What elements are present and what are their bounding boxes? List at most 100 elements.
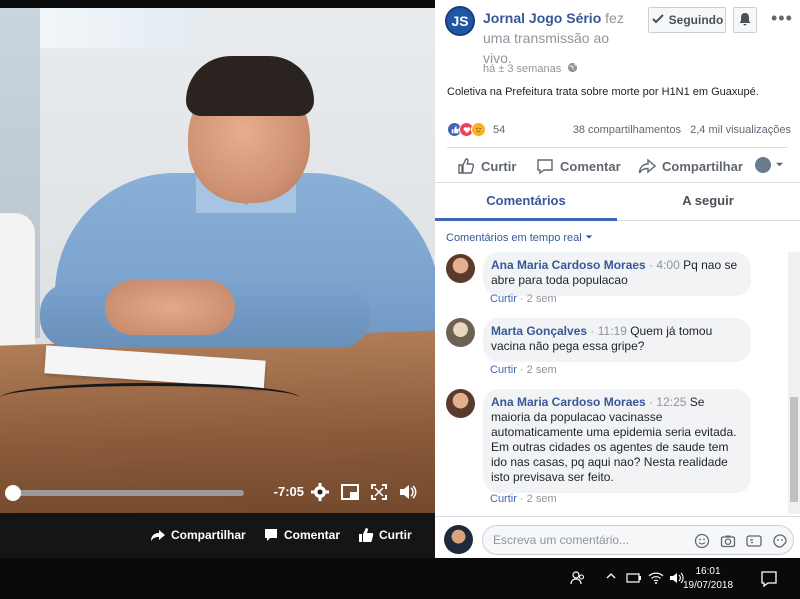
divider (435, 182, 800, 183)
current-user-avatar (444, 525, 473, 554)
video-share-button[interactable]: Compartilhar (150, 527, 246, 543)
gif-icon[interactable] (746, 533, 762, 549)
camera-icon[interactable] (720, 533, 736, 549)
notifications-button[interactable] (733, 7, 757, 33)
clock-time: 16:01 (695, 566, 721, 577)
background-person (0, 213, 35, 353)
globe-icon (564, 62, 578, 75)
following-button[interactable]: Seguindo (648, 7, 726, 33)
comment-meta: Curtir · 2 sem (490, 364, 557, 376)
comment-video-time[interactable]: 4:00 (656, 258, 679, 272)
progress-track[interactable] (8, 490, 244, 496)
comment-bubble: Marta Gonçalves · 11:19 Quem já tomou va… (483, 318, 751, 362)
active-tab-indicator (435, 218, 617, 221)
composer-tools (694, 533, 788, 549)
comments-list[interactable]: Ana Maria Cardoso Moraes · 4:00 Pq nao s… (435, 252, 787, 514)
share-icon (151, 530, 165, 541)
commenter-avatar[interactable] (446, 389, 475, 418)
people-icon[interactable] (570, 570, 586, 589)
page-logo-text: JS (451, 13, 469, 29)
settings-gear-icon[interactable] (310, 482, 330, 502)
comments-filter-dropdown[interactable]: Comentários em tempo real (446, 232, 593, 244)
like-button[interactable]: Curtir (457, 157, 516, 175)
comment-author[interactable]: Marta Gonçalves (491, 324, 587, 338)
video-action-bar: Compartilhar Comentar Curtir (0, 513, 435, 558)
windows-taskbar: 16:01 19/07/2018 (0, 558, 800, 599)
comment-age[interactable]: 2 sem (527, 364, 557, 376)
comment-like-link[interactable]: Curtir (490, 493, 517, 505)
comments-scrollbar[interactable] (788, 252, 800, 514)
comments-filter-label: Comentários em tempo real (446, 232, 582, 244)
action-center-icon[interactable] (760, 570, 778, 591)
commenter-avatar[interactable] (446, 318, 475, 347)
comment-bubble: Ana Maria Cardoso Moraes · 4:00 Pq nao s… (483, 252, 751, 296)
emoji-icon[interactable] (694, 533, 710, 549)
fullscreen-icon[interactable] (369, 482, 389, 502)
bell-icon (738, 12, 752, 29)
power-icon[interactable] (626, 570, 642, 589)
check-icon (651, 12, 665, 29)
thumbs-up-icon (458, 158, 475, 174)
comment-meta: Curtir · 2 sem (490, 293, 557, 305)
chevron-up-icon[interactable] (605, 570, 617, 585)
comment-label: Comentar (560, 158, 621, 174)
post-text: Coletiva na Prefeitura trata sobre morte… (447, 86, 759, 98)
clock-date: 19/07/2018 (682, 580, 734, 591)
scrollbar-thumb[interactable] (790, 397, 798, 502)
chevron-down-icon (775, 158, 784, 172)
sticker-icon[interactable] (772, 533, 788, 549)
comment-age[interactable]: 2 sem (527, 493, 557, 505)
user-mini-avatar (755, 157, 771, 173)
video-share-label: Compartilhar (171, 528, 246, 542)
commenter-avatar[interactable] (446, 254, 475, 283)
thumbs-up-icon (359, 528, 374, 542)
comment-author[interactable]: Ana Maria Cardoso Moraes (491, 395, 646, 409)
following-label: Seguindo (668, 13, 724, 27)
speaker-hair (186, 56, 314, 116)
comment-video-time[interactable]: 11:19 (598, 324, 627, 338)
tab-up-next[interactable]: A seguir (617, 193, 799, 208)
shares-count[interactable]: 38 compartilhamentos (573, 124, 681, 136)
volume-icon[interactable] (398, 482, 418, 502)
sad-reaction-icon (471, 122, 486, 137)
video-controls: -7:05 (0, 478, 435, 508)
system-clock[interactable]: 16:01 19/07/2018 (680, 565, 736, 593)
comment-bubble: Ana Maria Cardoso Moraes · 12:25 Se maio… (483, 389, 751, 493)
video-comment-button[interactable]: Comentar (263, 527, 340, 543)
comment-video-time[interactable]: 12:25 (656, 395, 686, 409)
picture-in-picture-icon[interactable] (340, 482, 360, 502)
comment-age[interactable]: 2 sem (527, 293, 557, 305)
more-options-icon[interactable]: ••• (771, 8, 793, 29)
comment-like-link[interactable]: Curtir (490, 364, 517, 376)
video-player[interactable]: -7:05 Compartilhar Comentar Curtir (0, 0, 435, 558)
video-like-button[interactable]: Curtir (358, 527, 412, 543)
video-comment-label: Comentar (284, 528, 341, 542)
comment-icon (537, 159, 553, 175)
comment-button[interactable]: Comentar (536, 157, 621, 175)
comment-input-placeholder: Escreva um comentário... (493, 533, 630, 547)
comment-author[interactable]: Ana Maria Cardoso Moraes (491, 258, 646, 272)
views-count: 2,4 mil visualizações (690, 124, 791, 136)
comment-like-link[interactable]: Curtir (490, 293, 517, 305)
tab-comments[interactable]: Comentários (435, 193, 617, 208)
time-remaining: -7:05 (273, 484, 304, 499)
page-avatar[interactable]: JS (445, 6, 475, 36)
post-panel: JS Jornal Jogo Sério fez uma transmissão… (435, 0, 800, 558)
wifi-icon[interactable] (648, 570, 664, 589)
video-frame[interactable] (0, 8, 435, 513)
post-time-text: há ± 3 semanas (483, 63, 562, 75)
speaker-hands (105, 280, 235, 335)
comment-icon (265, 529, 277, 541)
caret-down-icon (585, 232, 593, 244)
share-label: Compartilhar (662, 158, 743, 174)
post-timestamp[interactable]: há ± 3 semanas (483, 62, 578, 75)
share-icon (638, 158, 656, 174)
reactions-summary[interactable]: 54 (447, 122, 505, 137)
cable (0, 383, 300, 413)
page-name-link[interactable]: Jornal Jogo Sério (483, 10, 601, 26)
share-button[interactable]: Compartilhar (638, 157, 743, 175)
progress-knob[interactable] (4, 485, 21, 501)
share-as-selector[interactable] (755, 157, 784, 173)
divider (447, 147, 788, 148)
like-label: Curtir (481, 158, 517, 174)
